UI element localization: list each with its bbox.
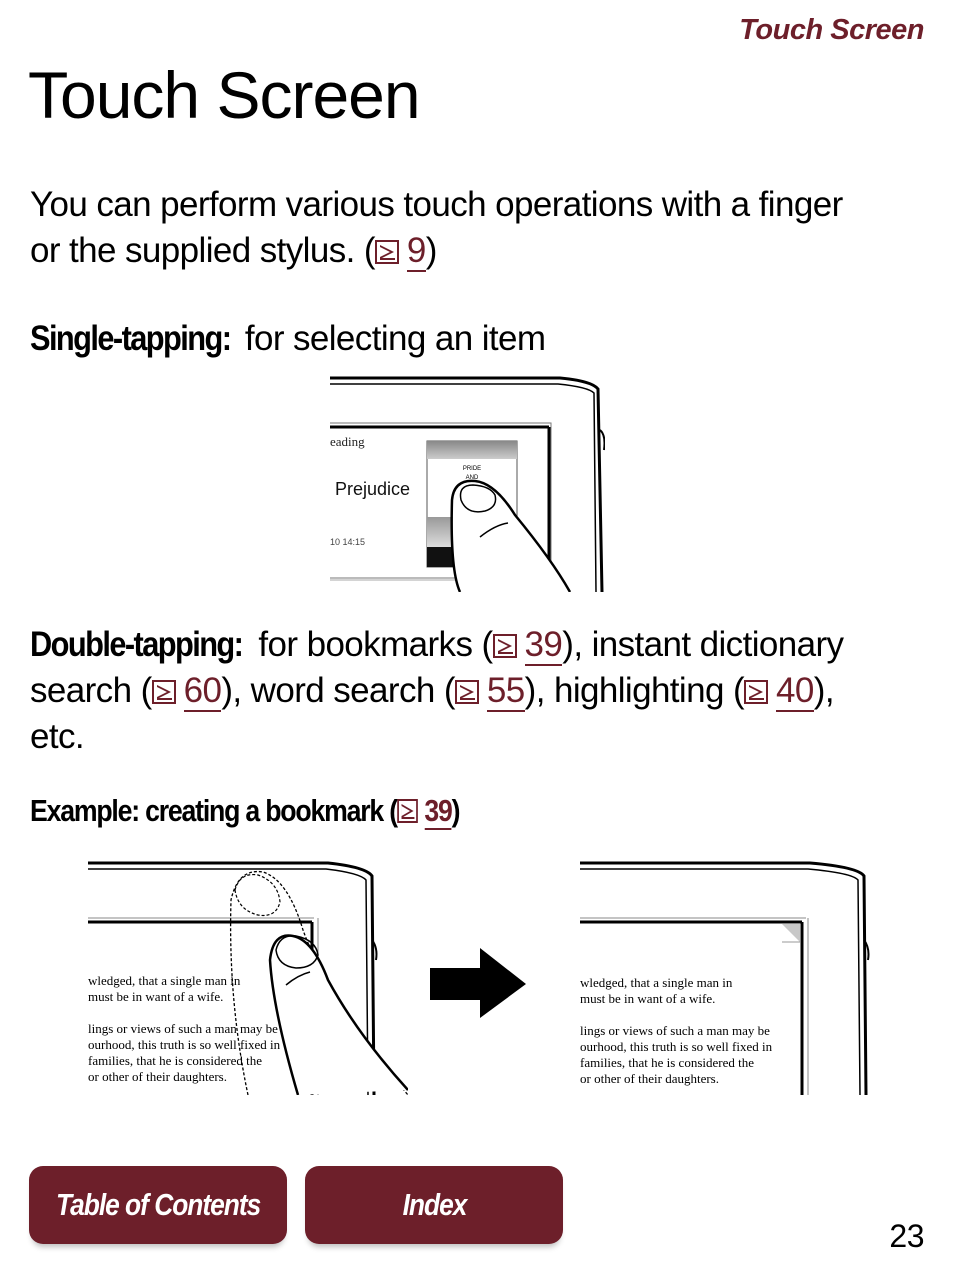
- timestamp-text: 10 14:15: [330, 537, 365, 547]
- section-header: Touch Screen: [739, 14, 924, 46]
- right-arrow-icon: [430, 948, 526, 1018]
- single-tap-illustration: eading Prejudice 10 14:15 PRIDE AND: [330, 376, 605, 592]
- xref-page-number[interactable]: 60: [183, 671, 222, 712]
- reader-text-before: wledged, that a single man in must be in…: [88, 973, 281, 1084]
- page-title: Touch Screen: [28, 58, 421, 132]
- xref-page-number[interactable]: 55: [486, 671, 525, 712]
- svg-text:or other of their daughters.: or other of their daughters.: [580, 1071, 719, 1086]
- xref-link[interactable]: 9: [374, 231, 426, 272]
- screen-heading-text: eading: [330, 434, 365, 449]
- single-tapping-heading: Single-tapping: for selecting an item: [30, 316, 546, 362]
- xref-link-highlighting[interactable]: 40: [744, 671, 814, 712]
- bookmark-before-illustration: wledged, that a single man in must be in…: [88, 861, 408, 1095]
- svg-text:lings or views of such a man m: lings or views of such a man may be: [88, 1021, 278, 1036]
- xref-link-example[interactable]: 39: [396, 793, 453, 830]
- single-tapping-description: for selecting an item: [235, 319, 546, 358]
- bookmark-after-illustration: wledged, that a single man in must be in…: [580, 861, 870, 1095]
- svg-text:ourhood, this truth is so well: ourhood, this truth is so well fixed in: [88, 1037, 281, 1052]
- svg-text:families, that he is considere: families, that he is considered the: [88, 1053, 262, 1068]
- svg-text:must be in want of a wife.: must be in want of a wife.: [580, 991, 715, 1006]
- svg-text:or other of their daughters.: or other of their daughters.: [88, 1069, 227, 1084]
- xref-link-word-search[interactable]: 55: [454, 671, 525, 712]
- svg-text:must be in want of a wife.: must be in want of a wife.: [88, 989, 223, 1004]
- bookmark-corner-icon: [782, 924, 800, 942]
- xref-arrow-icon: [151, 680, 176, 704]
- table-of-contents-button[interactable]: Table of Contents: [29, 1166, 287, 1244]
- svg-text:families, that he is considere: families, that he is considered the: [580, 1055, 754, 1070]
- svg-text:wledged, that a single man in: wledged, that a single man in: [580, 975, 733, 990]
- xref-page-number[interactable]: 39: [424, 793, 453, 830]
- double-tapping-label: Double-tapping:: [30, 625, 244, 664]
- example-heading: Example: creating a bookmark (39): [30, 793, 461, 830]
- page-number: 23: [889, 1218, 924, 1254]
- xref-arrow-icon: [492, 634, 517, 658]
- svg-text:lings or views of such a man m: lings or views of such a man may be: [580, 1023, 770, 1038]
- xref-page-number[interactable]: 40: [776, 671, 814, 712]
- xref-link-bookmarks[interactable]: 39: [492, 625, 563, 666]
- xref-arrow-icon: [454, 680, 479, 704]
- single-tapping-label: Single-tapping:: [30, 319, 232, 358]
- finger-icon: [268, 934, 408, 1095]
- xref-page-number[interactable]: 39: [524, 625, 563, 666]
- svg-text:ourhood, this truth is so well: ourhood, this truth is so well fixed in: [580, 1039, 773, 1054]
- xref-arrow-icon: [374, 240, 399, 264]
- intro-paragraph: You can perform various touch operations…: [30, 185, 843, 272]
- xref-arrow-icon: [744, 680, 769, 704]
- xref-page-number[interactable]: 9: [406, 231, 426, 272]
- book-title-text: Prejudice: [335, 479, 410, 499]
- xref-link-dictionary[interactable]: 60: [151, 671, 222, 712]
- reader-text-after: wledged, that a single man in must be in…: [580, 975, 773, 1086]
- double-tapping-paragraph: Double-tapping: for bookmarks (39), inst…: [30, 622, 850, 760]
- svg-text:wledged, that a single man in: wledged, that a single man in: [88, 973, 241, 988]
- cover-line-1: PRIDE: [463, 466, 481, 472]
- index-button[interactable]: Index: [305, 1166, 563, 1244]
- xref-arrow-icon: [396, 799, 418, 823]
